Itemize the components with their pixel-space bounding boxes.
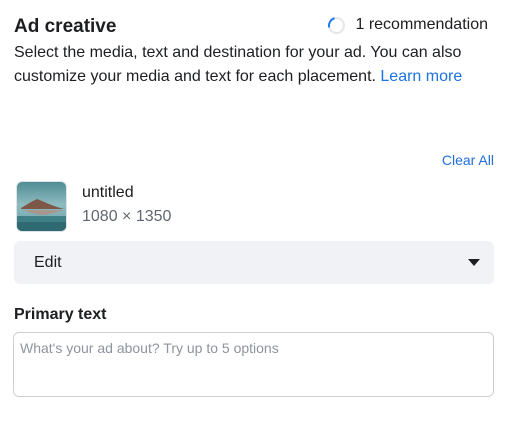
section-description: Select the media, text and destination f… bbox=[14, 41, 492, 89]
media-name: untitled bbox=[82, 184, 134, 201]
ad-creative-panel: Ad creative 1 recommendation Select the … bbox=[0, 0, 512, 428]
section-title: Ad creative bbox=[14, 16, 117, 37]
media-thumbnail[interactable] bbox=[16, 181, 67, 232]
primary-text-input[interactable] bbox=[13, 332, 494, 397]
edit-dropdown-label: Edit bbox=[34, 253, 62, 271]
ad-creative-header: Ad creative 1 recommendation bbox=[14, 13, 494, 40]
recommendation-indicator[interactable]: 1 recommendation bbox=[325, 13, 488, 37]
learn-more-link[interactable]: Learn more bbox=[380, 68, 462, 85]
primary-text-label: Primary text bbox=[14, 306, 107, 323]
loading-spinner-icon bbox=[325, 13, 349, 37]
clear-all-button[interactable]: Clear All bbox=[442, 152, 494, 168]
media-item: untitled 1080 × 1350 bbox=[16, 181, 494, 233]
media-dimensions: 1080 × 1350 bbox=[82, 208, 172, 225]
caret-down-icon bbox=[468, 259, 480, 266]
recommendation-label: 1 recommendation bbox=[355, 16, 488, 33]
mountain-landscape-image bbox=[17, 182, 66, 231]
edit-dropdown[interactable]: Edit bbox=[14, 241, 494, 284]
